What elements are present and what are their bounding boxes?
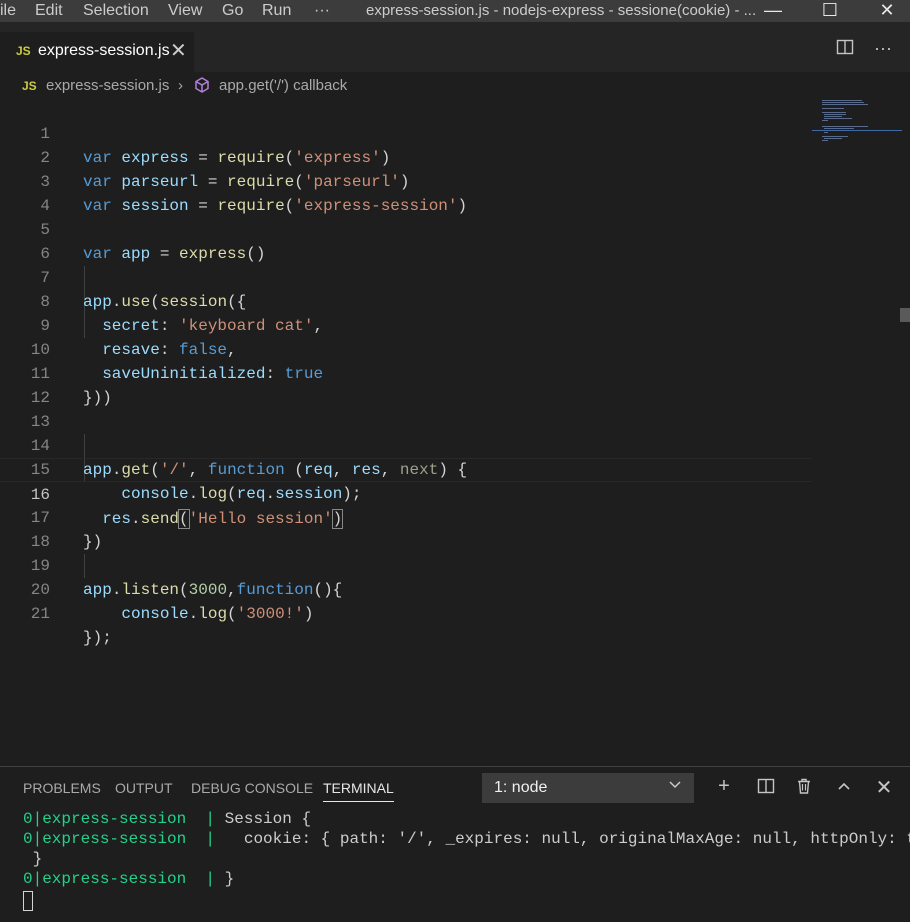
code-line-current: 16 res.send('Hello session') bbox=[0, 458, 812, 529]
menu-view[interactable]: View bbox=[168, 0, 202, 22]
chevron-down-icon bbox=[668, 777, 682, 796]
terminal-line: 0|express-session | Session { bbox=[23, 810, 312, 828]
breadcrumb-file[interactable]: express-session.js bbox=[46, 77, 169, 94]
code-line: 12 bbox=[30, 389, 50, 407]
code-line: 6 bbox=[40, 245, 50, 263]
editor-scrollbar[interactable] bbox=[900, 308, 910, 322]
editor-tab-bar: JS express-session.js ✕ ··· bbox=[0, 22, 910, 72]
code-line: 5 var app = express() bbox=[40, 221, 266, 263]
code-line: 15 console.log(req.session); bbox=[30, 461, 362, 503]
close-panel-icon[interactable]: ✕ bbox=[872, 775, 896, 800]
code-line: 17 }) bbox=[30, 509, 103, 551]
minimap[interactable] bbox=[818, 98, 902, 148]
breadcrumb-symbol[interactable]: app.get('/') callback bbox=[219, 77, 347, 94]
code-line: 7 app.use(session({ bbox=[40, 269, 247, 311]
tab-output[interactable]: OUTPUT bbox=[115, 780, 173, 796]
terminal-line: 0|express-session | } bbox=[23, 870, 235, 888]
tab-debug-console[interactable]: DEBUG CONSOLE bbox=[191, 780, 313, 796]
split-terminal-icon[interactable] bbox=[754, 777, 778, 801]
tab-problems[interactable]: PROBLEMS bbox=[23, 780, 101, 796]
bottom-panel: PROBLEMS OUTPUT DEBUG CONSOLE TERMINAL 1… bbox=[0, 766, 910, 922]
terminal-line: } bbox=[23, 850, 43, 868]
code-line: 19 app.listen(3000,function(){ bbox=[30, 557, 343, 599]
tab-terminal[interactable]: TERMINAL bbox=[323, 780, 394, 802]
tab-express-session[interactable]: JS express-session.js ✕ bbox=[0, 32, 194, 72]
code-line: 2 var parseurl = require('parseurl') bbox=[40, 149, 410, 191]
code-line: 4 bbox=[40, 197, 50, 215]
maximize-button[interactable]: ☐ bbox=[815, 0, 845, 22]
minimap-cursor-line bbox=[812, 130, 902, 131]
code-editor[interactable]: 1 var express = require('express') 2 var… bbox=[0, 98, 910, 762]
code-line: 18 bbox=[30, 533, 50, 551]
code-line: 11 })) bbox=[30, 365, 112, 407]
code-line: 1 var express = require('express') bbox=[40, 125, 391, 167]
trash-icon[interactable] bbox=[792, 777, 816, 801]
title-bar: ile Edit Selection View Go Run ··· expre… bbox=[0, 0, 910, 22]
js-file-icon: JS bbox=[22, 79, 37, 93]
terminal-select[interactable]: 1: node bbox=[482, 773, 694, 803]
terminal-cursor bbox=[23, 891, 33, 911]
tab-label: express-session.js bbox=[38, 42, 170, 59]
code-line: 14 app.get('/', function (req, res, next… bbox=[30, 437, 468, 479]
menu-go[interactable]: Go bbox=[222, 0, 243, 22]
more-actions-icon[interactable]: ··· bbox=[874, 38, 892, 59]
menu-run[interactable]: Run bbox=[262, 0, 291, 22]
code-line: 9 resave: false, bbox=[40, 317, 237, 359]
menu-more[interactable]: ··· bbox=[314, 0, 330, 22]
new-terminal-icon[interactable]: + bbox=[712, 775, 736, 798]
close-tab-icon[interactable]: ✕ bbox=[170, 38, 187, 63]
code-line: 20 console.log('3000!') bbox=[30, 581, 314, 623]
code-line: 8 secret: 'keyboard cat', bbox=[40, 293, 324, 335]
js-file-icon: JS bbox=[16, 44, 31, 58]
code-line: 21 }); bbox=[30, 605, 112, 647]
method-symbol-icon bbox=[193, 76, 211, 98]
terminal-line: 0|express-session | cookie: { path: '/',… bbox=[23, 830, 910, 848]
window-title: express-session.js - nodejs-express - se… bbox=[366, 2, 757, 19]
menu-selection[interactable]: Selection bbox=[83, 0, 149, 22]
maximize-panel-icon[interactable] bbox=[832, 777, 856, 800]
split-editor-icon[interactable] bbox=[836, 38, 854, 61]
code-line: 10 saveUninitialized: true bbox=[30, 341, 324, 383]
terminal-select-value: 1: node bbox=[494, 779, 548, 796]
breadcrumb: JS express-session.js › app.get('/') cal… bbox=[0, 74, 910, 98]
code-line: 3 var session = require('express-session… bbox=[40, 173, 468, 215]
close-window-button[interactable]: ✕ bbox=[872, 0, 902, 22]
minimize-button[interactable]: — bbox=[758, 0, 788, 22]
code-line: 13 bbox=[30, 413, 50, 431]
menu-file[interactable]: ile bbox=[0, 0, 16, 22]
menu-edit[interactable]: Edit bbox=[35, 0, 63, 22]
breadcrumb-separator: › bbox=[178, 77, 183, 94]
